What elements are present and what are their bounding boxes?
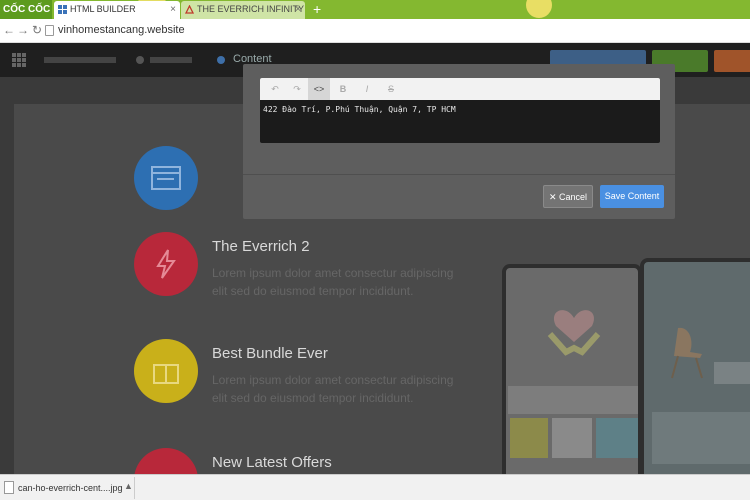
thumbnail xyxy=(510,418,548,458)
edit-content-modal: ↶ ↷ <> B I S 422 Đào Trí, P.Phú Thuận, Q… xyxy=(243,64,675,219)
thumbnail xyxy=(596,418,638,458)
site-favicon-icon xyxy=(185,5,194,14)
undo-icon[interactable]: ↶ xyxy=(264,78,286,100)
bold-icon[interactable]: B xyxy=(332,78,354,100)
builder-app: Content The Everrich 2 Lorem ipsum dolor… xyxy=(0,43,750,474)
cursor-highlight xyxy=(526,0,552,18)
divider xyxy=(134,477,135,499)
file-icon xyxy=(4,481,14,494)
back-icon[interactable]: ← xyxy=(2,23,16,37)
redo-icon[interactable]: ↷ xyxy=(286,78,308,100)
text-block xyxy=(714,362,750,384)
tab-title: HTML BUILDER xyxy=(70,4,136,14)
tablet-image xyxy=(640,258,750,474)
devices-image xyxy=(502,258,750,474)
menu-dot-icon xyxy=(217,56,225,64)
action-button[interactable] xyxy=(714,50,750,72)
feature-icon-circle xyxy=(134,339,198,403)
chair-icon xyxy=(671,327,703,379)
feature-text: Lorem ipsum dolor amet consectur adipisc… xyxy=(212,373,454,405)
browser-window-icon xyxy=(151,166,181,190)
gift-icon xyxy=(153,364,179,384)
download-shelf: can-ho-everrich-cent....jpg ▲ xyxy=(0,474,750,500)
feature-title: The Everrich 2 xyxy=(212,238,310,255)
feature-icon-circle xyxy=(134,448,198,474)
download-filename[interactable]: can-ho-everrich-cent....jpg xyxy=(18,483,123,493)
tab-close-icon[interactable]: × xyxy=(170,1,176,18)
address-bar: ← → ↻ vinhomestancang.website xyxy=(0,19,750,43)
modal-divider xyxy=(243,174,675,175)
browser-brand[interactable]: CỐC CỐC xyxy=(0,0,52,19)
apps-grid-icon[interactable] xyxy=(12,53,26,67)
forward-icon[interactable]: → xyxy=(16,23,30,37)
tab-title: THE EVERRICH INFINITY - xyxy=(197,4,305,14)
editor-content[interactable]: 422 Đào Trí, P.Phú Thuận, Quận 7, TP HCM xyxy=(263,105,456,114)
feature-title: New Latest Offers xyxy=(212,454,332,471)
feature-icon-circle xyxy=(134,146,198,210)
image-strip xyxy=(508,386,638,414)
menu-item-blurred[interactable] xyxy=(150,57,192,63)
feature-title: Best Bundle Ever xyxy=(212,345,328,362)
tab-bar: CỐC CỐC HTML BUILDER × THE EVERRICH INFI… xyxy=(0,0,750,19)
menu-item-blurred[interactable] xyxy=(44,57,116,63)
thumbnail xyxy=(552,418,592,458)
new-tab-button[interactable]: + xyxy=(313,0,321,18)
grid-favicon-icon xyxy=(58,5,67,14)
tab-close-icon[interactable]: × xyxy=(295,1,301,18)
tab-html-builder[interactable]: HTML BUILDER × xyxy=(54,1,180,19)
editor-toolbar: ↶ ↷ <> B I S xyxy=(260,78,660,100)
cancel-button[interactable]: ✕ Cancel xyxy=(543,185,593,208)
feature-icon-circle xyxy=(134,232,198,296)
page-icon xyxy=(45,25,54,36)
chevron-up-icon[interactable]: ▲ xyxy=(124,481,133,491)
reload-icon[interactable]: ↻ xyxy=(30,23,44,37)
italic-icon[interactable]: I xyxy=(356,78,378,100)
rich-text-editor[interactable]: ↶ ↷ <> B I S 422 Đào Trí, P.Phú Thuận, Q… xyxy=(260,78,660,143)
url-field[interactable]: vinhomestancang.website xyxy=(58,24,185,36)
content-block xyxy=(652,412,750,464)
tab-everrich[interactable]: THE EVERRICH INFINITY - × xyxy=(181,1,305,19)
menu-dot-icon xyxy=(136,56,144,64)
code-icon[interactable]: <> xyxy=(308,78,330,100)
hands-heart-icon xyxy=(547,310,601,356)
tablet-image xyxy=(502,264,642,474)
lightning-icon xyxy=(156,249,176,279)
feature-text: Lorem ipsum dolor amet consectur adipisc… xyxy=(212,266,454,298)
save-content-button[interactable]: Save Content xyxy=(600,185,664,208)
strikethrough-icon[interactable]: S xyxy=(380,78,402,100)
